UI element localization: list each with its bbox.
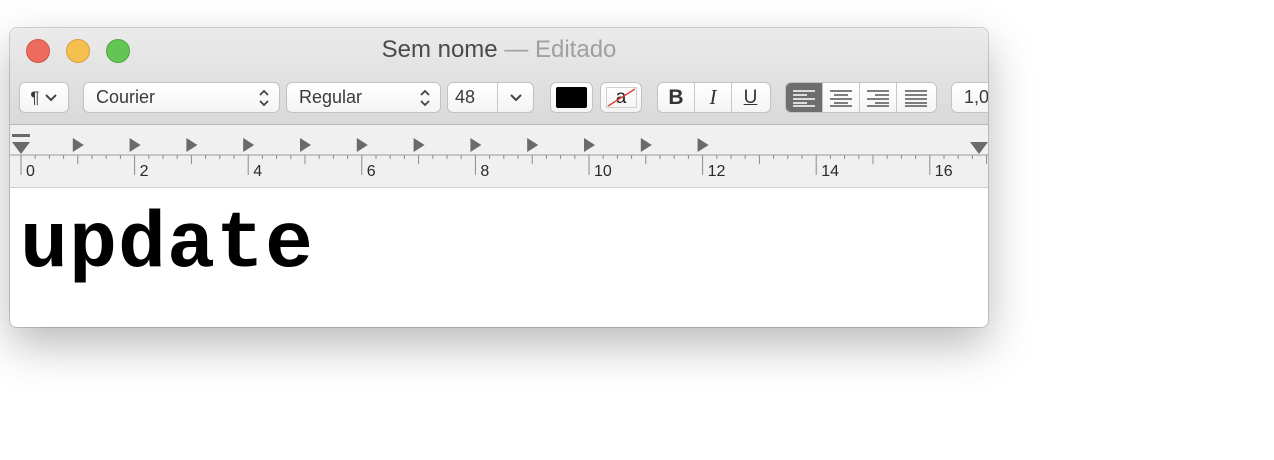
text-color-well[interactable] bbox=[550, 82, 593, 113]
highlight-swatch: a bbox=[605, 87, 637, 108]
align-right-button[interactable] bbox=[860, 83, 897, 112]
chevron-down-icon bbox=[509, 93, 522, 101]
ruler-label: 0 bbox=[26, 163, 35, 180]
ruler-label: 8 bbox=[480, 163, 490, 180]
tab-stop-marker bbox=[413, 138, 425, 152]
align-center-button[interactable] bbox=[823, 83, 860, 112]
up-down-arrows-icon bbox=[420, 89, 430, 106]
ruler-label: 14 bbox=[821, 163, 839, 180]
font-size-dropdown[interactable] bbox=[498, 93, 533, 103]
titlebar: Sem nome — Editado ¶ Courier Regular 48 bbox=[10, 28, 988, 125]
font-family-popup[interactable]: Courier bbox=[83, 82, 280, 113]
font-traits-group: B I U bbox=[657, 82, 771, 113]
tab-stop-marker bbox=[243, 138, 255, 152]
tab-stop-marker bbox=[300, 138, 311, 152]
tab-stop-marker bbox=[356, 138, 368, 152]
justify-button[interactable] bbox=[897, 83, 934, 112]
align-right-icon bbox=[867, 89, 889, 107]
justify-icon bbox=[904, 89, 927, 107]
chevron-down-icon bbox=[44, 93, 57, 101]
align-left-button[interactable] bbox=[786, 83, 823, 112]
up-down-arrows-icon bbox=[259, 89, 269, 106]
tab-stop-marker bbox=[129, 138, 141, 152]
highlight-color-well[interactable]: a bbox=[600, 82, 642, 113]
font-family-value: Courier bbox=[96, 87, 156, 107]
edited-indicator: — Editado bbox=[504, 36, 617, 63]
font-size-input[interactable]: 48 bbox=[448, 83, 498, 112]
tab-stop-marker bbox=[72, 138, 84, 152]
ruler-graphics bbox=[10, 134, 988, 175]
alignment-group bbox=[785, 82, 937, 113]
font-size-combo[interactable]: 48 bbox=[447, 82, 534, 113]
tab-stop-marker bbox=[470, 138, 482, 152]
ruler-label: 2 bbox=[139, 163, 149, 180]
italic-button[interactable]: I bbox=[695, 83, 732, 112]
tab-stop-marker bbox=[640, 138, 652, 152]
textedit-window: Sem nome — Editado ¶ Courier Regular 48 bbox=[10, 28, 988, 327]
document-area[interactable]: update bbox=[10, 188, 988, 327]
align-center-icon bbox=[830, 89, 852, 107]
paragraph-icon: ¶ bbox=[30, 87, 40, 107]
paragraph-style-popup[interactable]: ¶ bbox=[19, 82, 69, 113]
tab-stop-marker bbox=[527, 138, 539, 152]
left-indent-marker bbox=[12, 142, 30, 154]
line-spacing-value: 1,0 bbox=[964, 87, 988, 107]
ruler-label: 12 bbox=[707, 163, 726, 180]
tab-stop-marker bbox=[584, 138, 595, 152]
window-title: Sem nome — Editado bbox=[10, 36, 988, 64]
document-name: Sem nome bbox=[381, 36, 498, 63]
underline-button[interactable]: U bbox=[732, 83, 769, 112]
align-left-icon bbox=[793, 89, 815, 107]
first-line-indent-marker bbox=[12, 134, 30, 137]
ruler-label: 10 bbox=[594, 163, 612, 180]
ruler[interactable]: 0 2 4 6 8 10 12 14 16 bbox=[10, 125, 988, 188]
ruler-label: 6 bbox=[366, 163, 376, 180]
tab-stop-marker bbox=[697, 138, 709, 152]
ruler-label: 4 bbox=[253, 163, 263, 180]
font-style-value: Regular bbox=[299, 87, 363, 107]
ruler-label: 16 bbox=[934, 163, 953, 180]
document-text[interactable]: update bbox=[20, 206, 314, 286]
no-color-slash-icon bbox=[607, 88, 635, 107]
line-spacing-popup[interactable]: 1,0 bbox=[951, 82, 988, 113]
right-margin-marker bbox=[970, 142, 988, 154]
text-color-swatch bbox=[556, 87, 587, 108]
font-style-popup[interactable]: Regular bbox=[286, 82, 441, 113]
bold-button[interactable]: B bbox=[658, 83, 695, 112]
tab-stop-marker bbox=[186, 138, 198, 152]
